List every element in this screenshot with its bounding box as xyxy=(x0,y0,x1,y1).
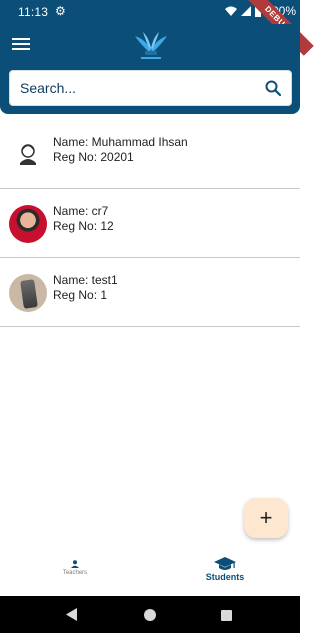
student-name: Name: Muhammad Ihsan xyxy=(53,135,188,149)
list-item[interactable]: Name: cr7 Reg No: 12 xyxy=(0,189,300,258)
person-placeholder-icon xyxy=(9,136,47,174)
student-avatar xyxy=(9,274,47,312)
settings-gear-icon: ⚙ xyxy=(55,4,66,18)
search-icon[interactable] xyxy=(265,80,282,101)
add-student-button[interactable]: + xyxy=(244,498,288,538)
wifi-icon xyxy=(225,6,238,16)
status-time: 11:13 xyxy=(18,5,49,19)
search-input[interactable] xyxy=(10,71,260,105)
student-name: Name: cr7 xyxy=(53,204,109,218)
student-list: Name: Muhammad Ihsan Reg No: 20201 Name:… xyxy=(0,120,300,327)
search-bar xyxy=(9,70,292,106)
tab-students[interactable]: Students xyxy=(150,552,300,596)
student-reg-no: Reg No: 12 xyxy=(53,219,114,233)
graduation-cap-icon xyxy=(150,556,300,572)
menu-icon[interactable] xyxy=(12,36,30,52)
tab-label: Students xyxy=(205,572,245,582)
student-reg-no: Reg No: 1 xyxy=(53,288,108,302)
app-bar xyxy=(0,24,300,114)
recents-icon[interactable] xyxy=(221,608,232,626)
bottom-nav: Teachers Students xyxy=(0,552,300,596)
list-item[interactable]: Name: test1 Reg No: 1 xyxy=(0,258,300,327)
book-wings-logo-icon xyxy=(133,30,169,62)
student-avatar xyxy=(9,205,47,243)
student-name: Name: test1 xyxy=(53,273,118,287)
home-icon[interactable] xyxy=(144,608,156,626)
signal-icon xyxy=(241,6,252,16)
back-icon[interactable] xyxy=(66,608,78,626)
status-bar: 11:13 ⚙ 100% DEBUG xyxy=(0,0,314,56)
list-item[interactable]: Name: Muhammad Ihsan Reg No: 20201 xyxy=(0,120,300,189)
student-reg-no: Reg No: 20201 xyxy=(53,150,134,164)
person-icon xyxy=(0,560,150,568)
system-nav-bar xyxy=(0,596,300,633)
tab-label: Teachers xyxy=(62,570,88,576)
tab-teachers[interactable]: Teachers xyxy=(0,552,150,596)
